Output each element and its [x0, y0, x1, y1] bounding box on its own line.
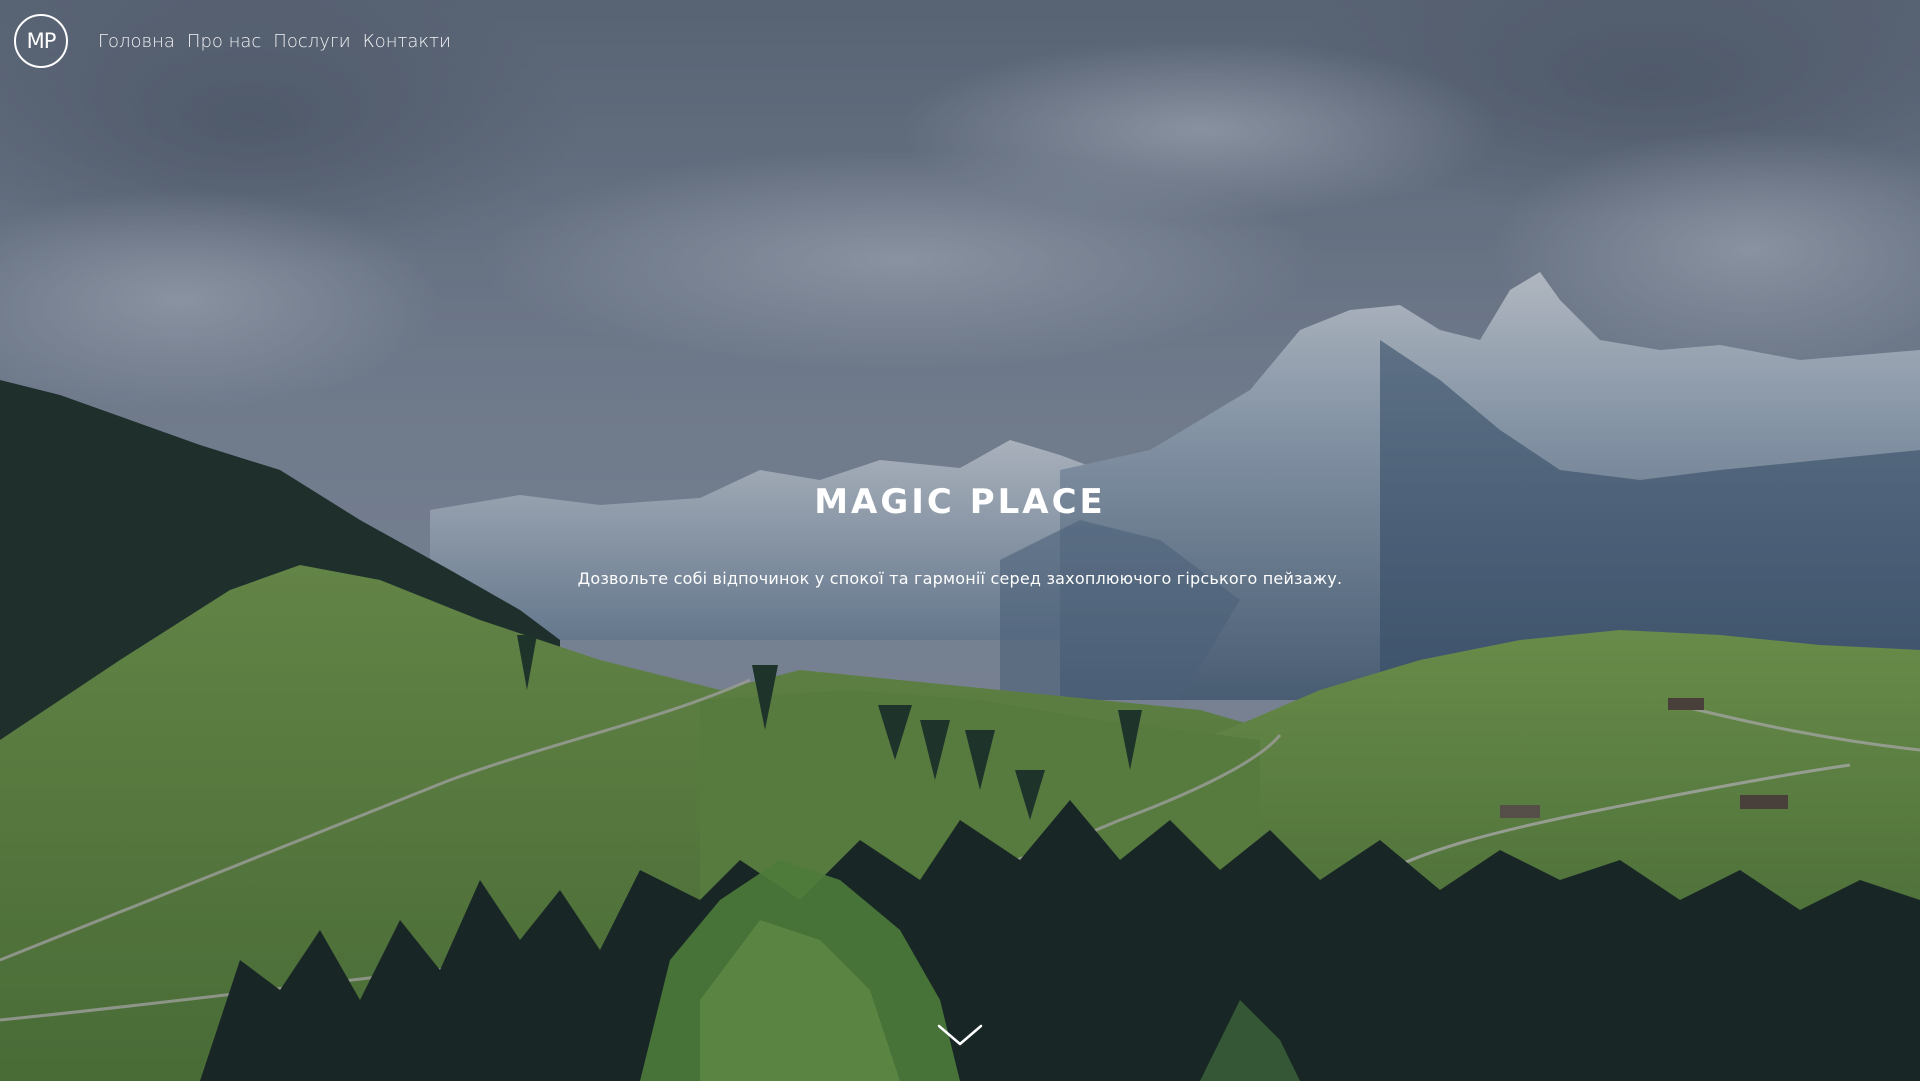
- main-menu: Головна Про нас Послуги Контакти: [98, 31, 463, 52]
- hero-dark-overlay: [0, 0, 1920, 1081]
- hero-title: MAGIC PLACE: [814, 482, 1106, 522]
- top-navigation: MP Головна Про нас Послуги Контакти: [14, 14, 463, 68]
- hero-subtitle: Дозвольте собі відпочинок у спокої та га…: [577, 569, 1343, 588]
- nav-item-contacts[interactable]: Контакти: [363, 31, 451, 52]
- nav-item-about[interactable]: Про нас: [187, 31, 261, 52]
- hero-section: MP Головна Про нас Послуги Контакти MAGI…: [0, 0, 1920, 1081]
- nav-item-services[interactable]: Послуги: [273, 31, 350, 52]
- chevron-down-icon[interactable]: [935, 1018, 985, 1052]
- nav-item-home[interactable]: Головна: [98, 31, 175, 52]
- brand-logo[interactable]: MP: [14, 14, 68, 68]
- brand-logo-text: MP: [26, 29, 57, 53]
